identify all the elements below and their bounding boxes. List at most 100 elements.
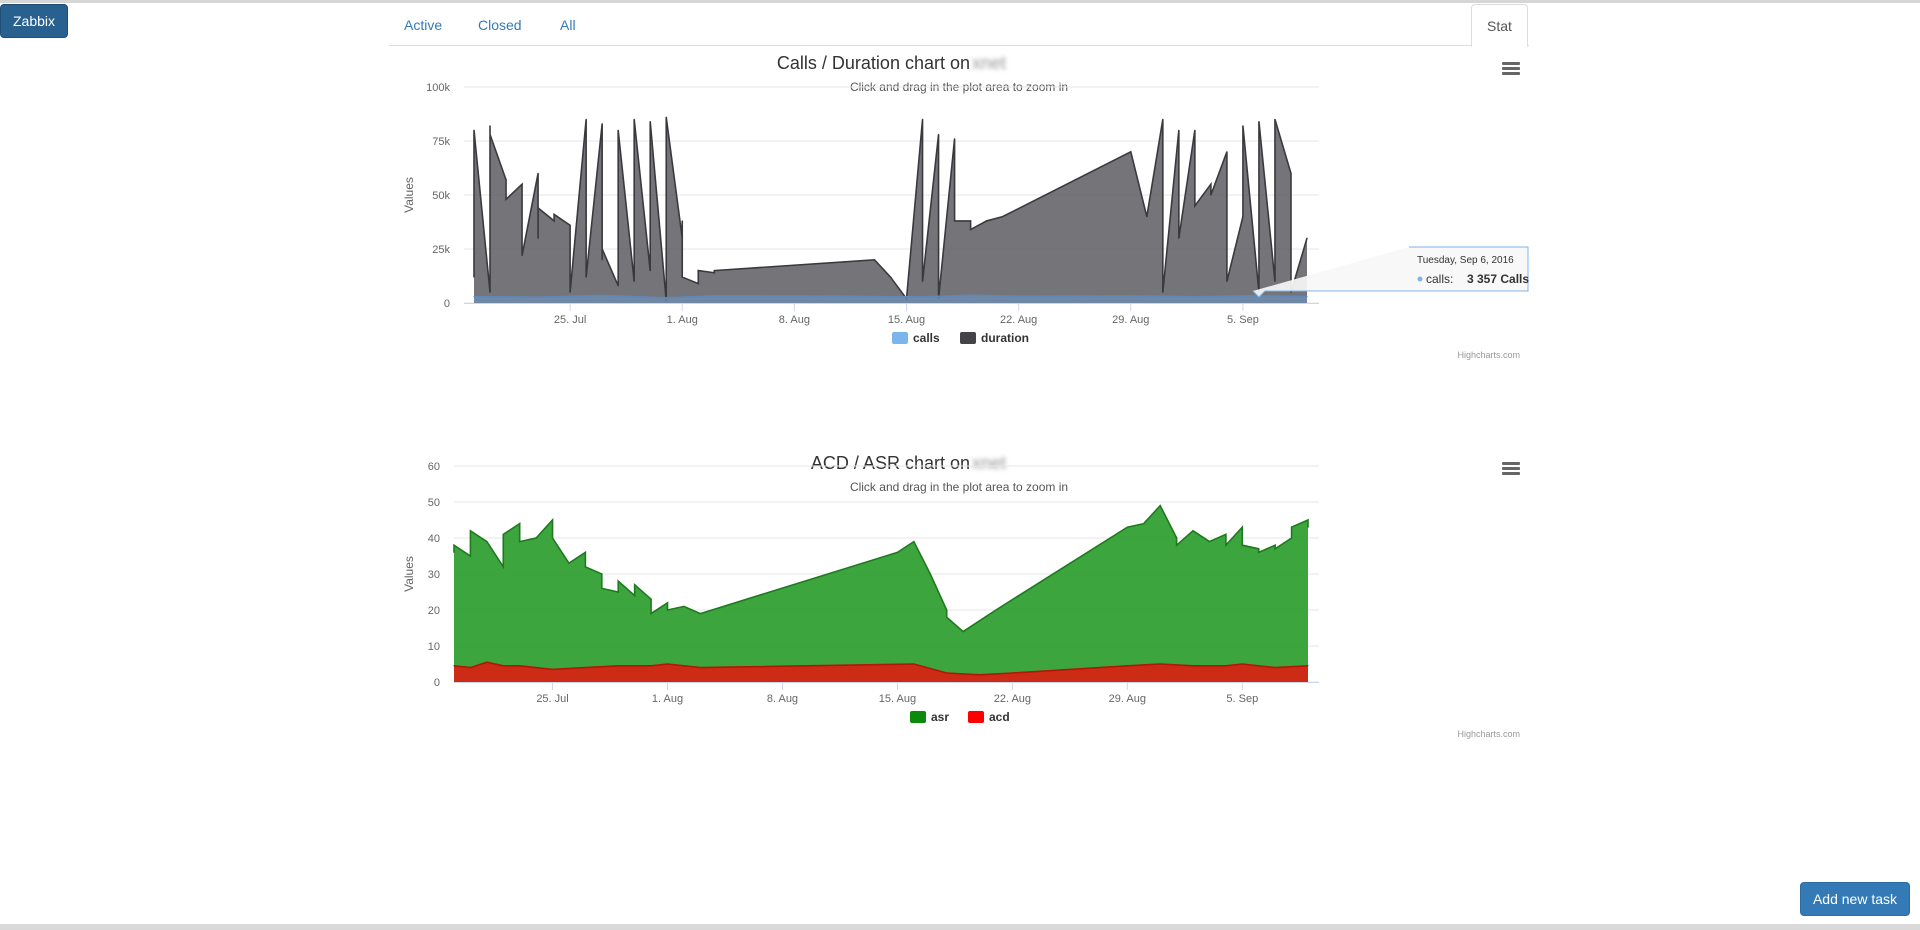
x-tick-label: 1. Aug — [652, 693, 683, 705]
data-point-calls — [665, 297, 667, 299]
data-point-duration — [713, 272, 715, 274]
tab-active[interactable]: Active — [389, 4, 457, 46]
data-point-asr — [1208, 541, 1211, 543]
data-point-asr — [551, 519, 554, 521]
calls-duration-svg[interactable]: Calls / Duration chart on xnetClick and … — [389, 48, 1529, 448]
legend-label-calls: calls — [913, 331, 940, 345]
tab-all[interactable]: All — [545, 4, 591, 46]
x-tick-label: 1. Aug — [667, 314, 698, 326]
tab-closed[interactable]: Closed — [463, 4, 537, 46]
data-point-asr — [666, 609, 669, 611]
data-point-duration — [937, 133, 940, 136]
data-point-duration — [633, 118, 635, 120]
legend-item-duration[interactable]: duration — [960, 331, 1029, 345]
data-point-asr — [929, 573, 931, 575]
data-point-duration — [601, 259, 603, 261]
data-point-asr — [453, 551, 455, 553]
hamburger-menu-icon[interactable] — [1502, 62, 1520, 75]
data-point-duration — [601, 248, 603, 250]
data-point-duration — [489, 291, 491, 293]
y-tick-label: 60 — [428, 461, 440, 473]
y-tick-label: 50 — [428, 497, 440, 509]
tab-stat[interactable]: Stat — [1471, 4, 1528, 47]
data-point-acd — [1225, 665, 1227, 667]
x-tick-label: 22. Aug — [994, 693, 1031, 705]
add-new-task-button[interactable]: Add new task — [1800, 882, 1910, 916]
nav-tabs: Active Closed All Stat — [389, 4, 1529, 47]
legend-swatch-duration — [960, 332, 976, 344]
acd-asr-svg[interactable]: ACD / ASR chart on xnet Click and drag in… — [389, 448, 1529, 848]
data-point-asr — [502, 533, 504, 535]
x-tick-label: 8. Aug — [779, 314, 810, 326]
legend-item-calls[interactable]: calls — [892, 331, 940, 345]
data-point-duration — [921, 118, 924, 120]
data-point-calls — [1130, 295, 1132, 297]
data-point-asr — [584, 566, 586, 568]
data-point-duration — [649, 270, 651, 272]
data-point-asr — [1241, 526, 1243, 528]
data-point-asr — [617, 591, 619, 593]
chart-title: Calls / Duration chart on xnet — [777, 53, 1006, 73]
x-tick-label: 22. Aug — [1000, 314, 1037, 326]
data-point-asr — [584, 551, 586, 553]
data-point-duration — [585, 276, 587, 278]
data-point-duration — [953, 220, 956, 222]
data-point-calls — [601, 294, 603, 297]
y-axis-title: Values — [402, 177, 416, 213]
legend-label-acd: acd — [989, 710, 1010, 724]
acd-asr-chart[interactable]: ACD / ASR chart on xnet Click and drag in… — [389, 448, 1529, 848]
data-point-asr — [896, 551, 899, 553]
data-point-calls — [713, 295, 715, 297]
data-point-duration — [1306, 237, 1308, 239]
data-point-duration — [873, 259, 876, 261]
legend-label-asr: asr — [931, 710, 949, 724]
data-point-duration — [601, 123, 603, 125]
data-point-acd — [469, 667, 472, 669]
chart-tooltip: Tuesday, Sep 6, 2016 calls: 3 357 Calls — [1252, 246, 1529, 298]
x-tick-label: 8. Aug — [767, 693, 798, 705]
data-point-asr — [617, 580, 619, 582]
data-point-asr — [535, 537, 537, 539]
data-point-duration — [1258, 120, 1260, 123]
data-point-asr — [486, 541, 488, 543]
highcharts-credit: Highcharts.com — [1457, 350, 1520, 360]
chart-title: ACD / ASR chart on xnet — [811, 453, 1006, 473]
series-area-asr[interactable] — [454, 505, 1308, 682]
top-border — [0, 0, 1920, 3]
data-point-duration — [505, 179, 507, 181]
data-point-duration — [473, 276, 475, 278]
series-area-duration[interactable] — [474, 117, 1307, 304]
data-point-duration — [1226, 280, 1228, 282]
data-point-calls — [969, 294, 972, 296]
data-point-calls — [921, 296, 924, 298]
data-point-acd — [617, 665, 619, 667]
data-point-duration — [553, 220, 555, 222]
hamburger-menu-icon[interactable] — [1502, 462, 1520, 475]
data-point-duration — [1194, 205, 1196, 207]
y-tick-label: 0 — [434, 677, 440, 689]
data-point-acd — [1159, 663, 1161, 665]
calls-duration-chart[interactable]: Calls / Duration chart on xnet Click and … — [389, 48, 1529, 448]
chart-title-text: ACD / ASR chart on — [811, 453, 970, 473]
data-point-asr — [453, 544, 455, 546]
data-point-duration — [986, 220, 988, 222]
data-point-acd — [683, 665, 685, 667]
legend-item-asr[interactable]: asr — [910, 710, 949, 724]
data-point-asr — [1225, 533, 1227, 535]
data-point-duration — [681, 220, 683, 222]
data-point-duration — [697, 270, 699, 272]
y-tick-label: 100k — [426, 82, 450, 94]
x-tick-label: 5. Sep — [1227, 314, 1259, 326]
zabbix-button[interactable]: Zabbix — [0, 4, 68, 38]
data-point-asr — [978, 620, 981, 622]
data-point-acd — [913, 663, 915, 665]
data-point-asr — [650, 598, 652, 600]
legend-item-acd[interactable]: acd — [968, 710, 1010, 724]
data-point-duration — [489, 125, 491, 127]
data-point-duration — [1290, 291, 1292, 293]
data-point-duration — [681, 276, 683, 278]
data-point-asr — [1241, 544, 1243, 546]
data-point-duration — [1002, 216, 1004, 218]
data-point-duration — [1178, 129, 1180, 131]
chart-subtitle: Click and drag in the plot area to zoom … — [850, 480, 1068, 494]
